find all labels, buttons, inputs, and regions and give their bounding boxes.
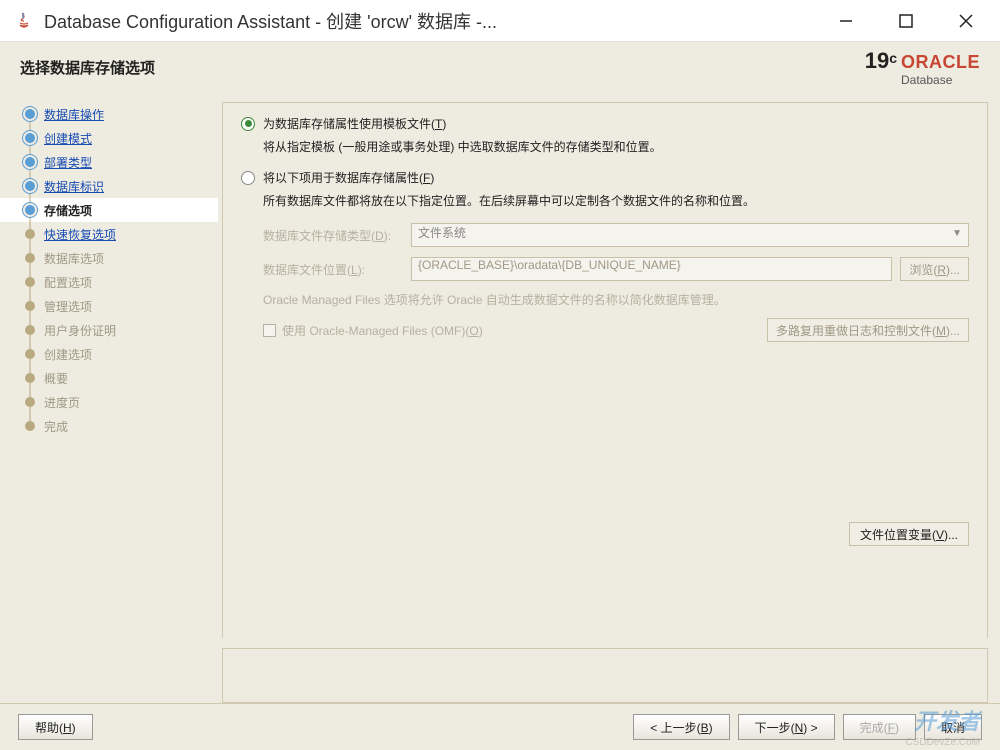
oracle-logo: 19c ORACLE Database — [865, 48, 980, 87]
help-button[interactable]: 帮助(H) — [18, 714, 93, 740]
content: 数据库操作创建模式部署类型数据库标识存储选项快速恢复选项数据库选项配置选项管理选… — [0, 92, 1000, 703]
step-label: 概要 — [44, 370, 68, 387]
step-12: 进度页 — [0, 390, 218, 414]
close-button[interactable] — [936, 1, 996, 41]
step-label: 完成 — [44, 418, 68, 435]
file-location-label: 数据库文件位置(L): — [263, 261, 403, 278]
omf-checkbox-label: 使用 Oracle-Managed Files (OMF)(O) — [282, 322, 483, 339]
step-label: 数据库选项 — [44, 250, 104, 267]
step-10: 创建选项 — [0, 342, 218, 366]
step-label: 管理选项 — [44, 298, 92, 315]
step-label: 快速恢复选项 — [44, 226, 116, 243]
step-label: 数据库操作 — [44, 106, 104, 123]
storage-type-label: 数据库文件存储类型(D): — [263, 227, 403, 244]
use-custom-radio[interactable]: 将以下项用于数据库存储属性(F) — [241, 169, 969, 186]
step-9: 用户身份证明 — [0, 318, 218, 342]
step-7: 配置选项 — [0, 270, 218, 294]
browse-button[interactable]: 浏览(R)... — [900, 257, 969, 281]
header: 选择数据库存储选项 19c ORACLE Database — [0, 42, 1000, 92]
step-3[interactable]: 数据库标识 — [0, 174, 218, 198]
step-label: 配置选项 — [44, 274, 92, 291]
radio-icon — [241, 117, 255, 131]
java-icon — [12, 9, 36, 33]
file-location-input[interactable]: {ORACLE_BASE}\oradata\{DB_UNIQUE_NAME} — [411, 257, 892, 281]
minimize-button[interactable] — [816, 1, 876, 41]
step-label: 部署类型 — [44, 154, 92, 171]
main-panel: 为数据库存储属性使用模板文件(T) 将从指定模板 (一般用途或事务处理) 中选取… — [218, 92, 1000, 703]
use-template-radio[interactable]: 为数据库存储属性使用模板文件(T) — [241, 115, 969, 132]
step-5[interactable]: 快速恢复选项 — [0, 222, 218, 246]
log-area — [222, 648, 988, 703]
storage-type-select[interactable]: 文件系统 — [411, 223, 969, 247]
wizard-steps: 数据库操作创建模式部署类型数据库标识存储选项快速恢复选项数据库选项配置选项管理选… — [0, 92, 218, 703]
window-controls — [816, 1, 996, 41]
step-8: 管理选项 — [0, 294, 218, 318]
step-6: 数据库选项 — [0, 246, 218, 270]
step-label: 数据库标识 — [44, 178, 104, 195]
storage-options-form: 为数据库存储属性使用模板文件(T) 将从指定模板 (一般用途或事务处理) 中选取… — [222, 102, 988, 638]
step-label: 进度页 — [44, 394, 80, 411]
footer: 帮助(H) < 上一步(B) 下一步(N) > 完成(F) 取消 — [0, 703, 1000, 750]
step-2[interactable]: 部署类型 — [0, 150, 218, 174]
next-button[interactable]: 下一步(N) > — [738, 714, 835, 740]
use-custom-desc: 所有数据库文件都将放在以下指定位置。在后续屏幕中可以定制各个数据文件的名称和位置… — [263, 192, 969, 209]
file-location-vars-button[interactable]: 文件位置变量(V)... — [849, 522, 969, 546]
cancel-button[interactable]: 取消 — [924, 714, 982, 740]
maximize-button[interactable] — [876, 1, 936, 41]
step-0[interactable]: 数据库操作 — [0, 102, 218, 126]
step-11: 概要 — [0, 366, 218, 390]
back-button[interactable]: < 上一步(B) — [633, 714, 729, 740]
step-13: 完成 — [0, 414, 218, 438]
step-label: 用户身份证明 — [44, 322, 116, 339]
page-title: 选择数据库存储选项 — [20, 57, 155, 78]
step-1[interactable]: 创建模式 — [0, 126, 218, 150]
step-label: 创建选项 — [44, 346, 92, 363]
step-label: 创建模式 — [44, 130, 92, 147]
omf-checkbox[interactable] — [263, 324, 276, 337]
omf-description: Oracle Managed Files 选项将允许 Oracle 自动生成数据… — [263, 291, 969, 308]
titlebar: Database Configuration Assistant - 创建 'o… — [0, 0, 1000, 42]
finish-button[interactable]: 完成(F) — [843, 714, 916, 740]
step-label: 存储选项 — [44, 202, 92, 219]
multiplex-button[interactable]: 多路复用重做日志和控制文件(M)... — [767, 318, 969, 342]
window-title: Database Configuration Assistant - 创建 'o… — [44, 8, 816, 34]
radio-icon — [241, 171, 255, 185]
use-template-desc: 将从指定模板 (一般用途或事务处理) 中选取数据库文件的存储类型和位置。 — [263, 138, 969, 155]
step-4: 存储选项 — [0, 198, 218, 222]
